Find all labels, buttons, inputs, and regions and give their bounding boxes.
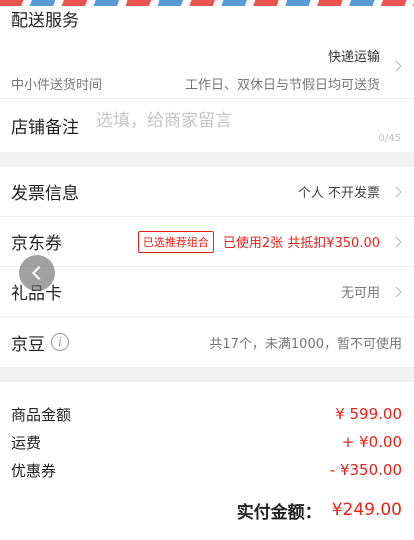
- summary-value: ¥ 599.00: [335, 405, 402, 423]
- remark-title: 店铺备注: [11, 118, 79, 138]
- chevron-right-icon: [390, 235, 402, 248]
- info-icon[interactable]: i: [51, 333, 69, 351]
- summary-label: 运费: [11, 433, 42, 452]
- chevron-right-icon: [390, 285, 402, 298]
- invoice-title: 发票信息: [11, 184, 79, 204]
- remark-input[interactable]: [96, 111, 376, 131]
- summary-row-goods: 商品金额 ¥ 599.00: [11, 400, 402, 428]
- summary-label: 优惠券: [11, 461, 57, 480]
- delivery-time: 工作日、双休日与节假日均可送货: [184, 78, 380, 93]
- summary-value: - ¥350.00: [329, 461, 402, 479]
- summary-label: 商品金额: [11, 405, 72, 424]
- summary-row-shipping: 运费 + ¥0.00: [11, 428, 402, 456]
- total-row: 实付金额： ¥249.00: [11, 492, 402, 528]
- coupon-value: 已使用2张 共抵扣¥350.00: [222, 236, 380, 251]
- chevron-right-icon: [390, 185, 402, 198]
- delivery-method: 快递运输: [327, 50, 380, 65]
- total-label: 实付金额：: [236, 502, 322, 523]
- coupon-row[interactable]: 京东券 已选推荐组合 已使用2张 共抵扣¥350.00: [0, 217, 414, 267]
- floating-back-button[interactable]: [19, 255, 55, 291]
- delivery-title: 配送服务: [11, 11, 79, 31]
- jingdou-title: 京豆: [11, 334, 45, 355]
- total-amount: ¥249.00: [331, 500, 402, 520]
- remark-char-count: 0/45: [378, 133, 401, 144]
- order-summary-card: 商品金额 ¥ 599.00 运费 + ¥0.00 优惠券 - ¥350.00 实…: [0, 382, 414, 540]
- invoice-value: 个人 不开发票: [297, 186, 380, 201]
- jingdou-row: 京豆 i 共17个，未满1000，暂不可使用: [0, 317, 414, 367]
- section-gap: [0, 152, 414, 167]
- summary-row-coupon: 优惠券 - ¥350.00: [11, 456, 402, 484]
- coupon-recommend-badge: 已选推荐组合: [137, 230, 214, 253]
- coupon-title: 京东券: [11, 234, 62, 254]
- chevron-left-icon: [31, 265, 47, 281]
- giftcard-row[interactable]: 礼品卡 无可用: [0, 267, 414, 317]
- section-gap: [0, 367, 414, 382]
- delivery-card: 配送服务 快递运输 中小件送货时间 工作日、双休日与节假日均可送货 店铺备注 0…: [0, 6, 414, 152]
- jingdou-value: 共17个，未满1000，暂不可使用: [209, 336, 402, 352]
- giftcard-value: 无可用: [340, 286, 380, 301]
- delivery-subtitle: 中小件送货时间: [11, 78, 103, 93]
- payment-options-card: 发票信息 个人 不开发票 京东券 已选推荐组合 已使用2张 共抵扣¥350.00…: [0, 167, 414, 367]
- invoice-row[interactable]: 发票信息 个人 不开发票: [0, 167, 414, 217]
- delivery-service-row[interactable]: 配送服务 快递运输 中小件送货时间 工作日、双休日与节假日均可送货: [0, 6, 414, 99]
- summary-value: + ¥0.00: [341, 433, 402, 451]
- store-remark-row: 店铺备注 0/45: [0, 99, 414, 152]
- chevron-right-icon: [390, 60, 402, 72]
